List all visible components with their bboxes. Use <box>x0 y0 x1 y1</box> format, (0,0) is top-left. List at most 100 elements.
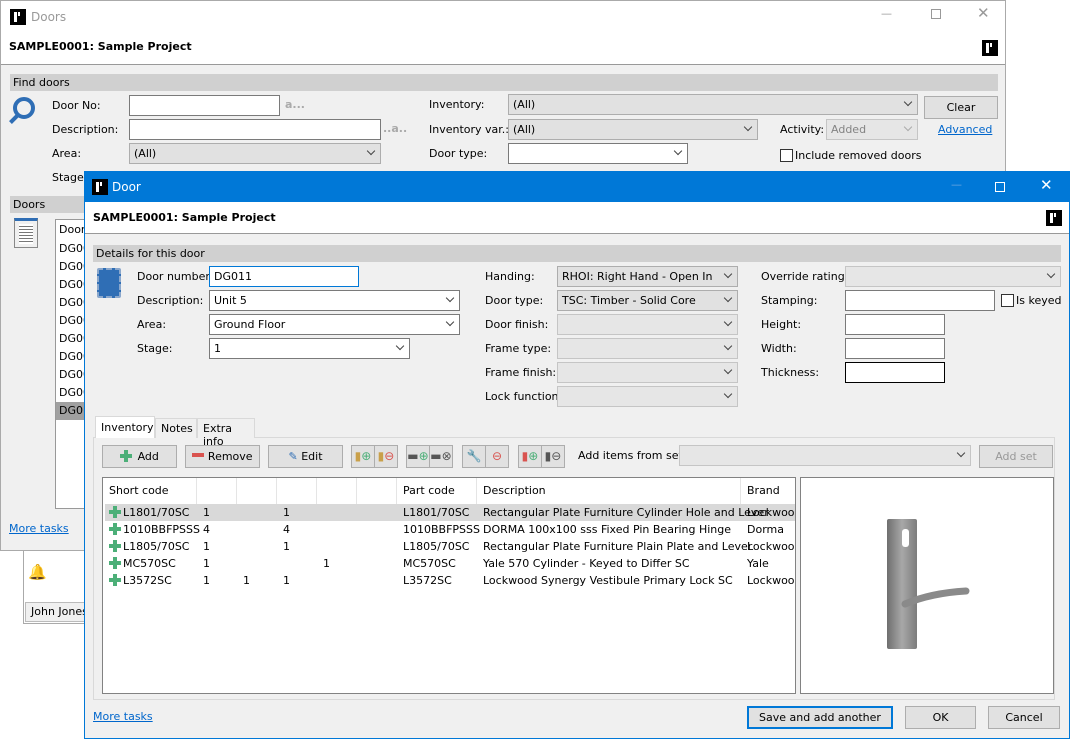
column-header[interactable]: Description <box>477 478 741 504</box>
more-tasks-link[interactable]: More tasks <box>9 522 69 535</box>
remove-door-hardware-button[interactable]: ▮⊖ <box>374 445 398 468</box>
column-header[interactable] <box>317 478 357 504</box>
cancel-button[interactable]: Cancel <box>988 706 1060 729</box>
add-door-hardware-button[interactable]: ▮⊕ <box>351 445 375 468</box>
column-header[interactable]: Part code <box>397 478 477 504</box>
cell-text: Lockwood <box>747 540 795 553</box>
close-button[interactable]: ✕ <box>1040 178 1053 193</box>
save-and-add-another-button[interactable]: Save and add another <box>747 706 893 729</box>
cell-text: L1801/70SC <box>123 506 190 519</box>
inventory-var-label: Inventory var.: <box>429 123 510 136</box>
table-row[interactable]: L3572SC 1 1 1 L3572SC Lockwood Synergy Vestib… <box>105 572 795 589</box>
chevron-down-icon <box>395 341 405 351</box>
add-set-button: Add set <box>979 445 1053 468</box>
remove-label: Remove <box>207 450 253 463</box>
column-header[interactable] <box>277 478 317 504</box>
cell-text: 1 <box>203 557 210 570</box>
door-type-select[interactable] <box>508 143 688 164</box>
cell-text: 1 <box>323 557 330 570</box>
column-header[interactable]: Short code <box>103 478 197 504</box>
search-icon-handle <box>9 114 19 124</box>
cell-text: DORMA 100x100 sss Fixed Pin Bearing Hing… <box>483 523 732 536</box>
add-frame-button[interactable]: ▬⊕ <box>406 445 430 468</box>
table-row[interactable]: L1805/70SC 1 1 L1805/70SC Rectangular Plate … <box>105 538 795 555</box>
table-row[interactable]: L1801/70SC 1 1 L1801/70SC Rectangular Plate … <box>105 504 795 521</box>
column-header[interactable]: Brand <box>741 478 795 504</box>
thickness-input[interactable] <box>845 362 945 383</box>
clear-button[interactable]: Clear <box>924 96 998 119</box>
stage-select[interactable]: 1 <box>209 338 410 359</box>
remove-frame-button[interactable]: ▬⊗ <box>429 445 453 468</box>
table-cell: 1 <box>283 504 290 521</box>
maximize-button[interactable] <box>995 182 1005 192</box>
door-type-label: Door type: <box>485 294 544 307</box>
inventory-label: Inventory: <box>429 98 485 111</box>
door-finish-select[interactable] <box>557 314 738 335</box>
add-label: Add <box>137 450 159 463</box>
add-button[interactable]: Add <box>102 445 177 468</box>
stage-label: Stage: <box>52 171 88 184</box>
area-select[interactable]: (All) <box>129 143 381 164</box>
wildcard-search-icon[interactable]: a... <box>285 98 305 112</box>
advanced-link[interactable]: Advanced <box>938 123 992 136</box>
handing-select[interactable]: RHOI: Right Hand - Open In <box>557 266 738 287</box>
description-input[interactable] <box>129 119 381 140</box>
door-no-input[interactable] <box>129 95 280 116</box>
inventory-table[interactable]: Short code Part code Description Brand L180… <box>102 477 796 694</box>
short-code-cell: MC570SC <box>109 555 176 572</box>
tab-notes[interactable]: Notes <box>155 418 197 438</box>
add-tool-button[interactable]: 🔧 <box>462 445 486 468</box>
table-row[interactable]: 1010BBFPSSS 4 4 1010BBFPSSS DORMA 100x100 ss… <box>105 521 795 538</box>
door-type-select[interactable]: TSC: Timber - Solid Core <box>557 290 738 311</box>
details-header: Details for this door <box>93 245 1061 262</box>
tab-inventory[interactable]: Inventory <box>95 416 155 438</box>
minimize-button[interactable]: — <box>881 7 892 21</box>
column-header[interactable] <box>197 478 237 504</box>
door-number-input[interactable]: DG011 <box>209 266 359 287</box>
tab-extra-info[interactable]: Extra info <box>197 418 255 448</box>
override-rating-select[interactable] <box>845 266 1061 287</box>
app-logo-icon <box>10 9 26 25</box>
activity-value: Added <box>831 123 867 136</box>
table-cell: Lockwood <box>747 538 795 555</box>
list-header: Door <box>59 223 86 236</box>
contains-search-icon[interactable]: ..a.. <box>383 122 407 136</box>
remove-tool-button[interactable]: ⊖ <box>485 445 509 468</box>
height-input[interactable] <box>845 314 945 335</box>
edit-label: Edit <box>301 450 323 463</box>
inventory-select[interactable]: (All) <box>508 94 918 115</box>
bell-icon[interactable]: 🔔 <box>28 565 47 580</box>
is-keyed-checkbox[interactable] <box>1001 294 1014 307</box>
minimize-button[interactable]: — <box>951 178 962 192</box>
close-button[interactable]: ✕ <box>977 6 990 21</box>
cell-text: MC570SC <box>403 557 456 570</box>
lock-function-select[interactable] <box>557 386 738 407</box>
short-code-cell: 1010BBFPSSS <box>109 521 200 538</box>
cell-text: Lockwood <box>747 506 795 519</box>
inventory-var-select[interactable]: (All) <box>508 119 758 140</box>
header: SAMPLE0001: Sample Project <box>1 33 1005 65</box>
add-items-select[interactable] <box>679 445 971 466</box>
door-icon <box>97 268 121 298</box>
frame-finish-select[interactable] <box>557 362 738 383</box>
add-extinguisher-button[interactable]: ▮⊕ <box>518 445 542 468</box>
window-title: Doors <box>31 10 67 24</box>
cell-text: L3572SC <box>403 574 452 587</box>
column-header[interactable] <box>237 478 277 504</box>
column-header[interactable] <box>357 478 397 504</box>
more-tasks-link[interactable]: More tasks <box>93 710 153 723</box>
remove-button[interactable]: Remove <box>185 445 260 468</box>
include-removed-checkbox[interactable] <box>780 149 793 162</box>
remove-extinguisher-button[interactable]: ▮⊖ <box>541 445 565 468</box>
stamping-input[interactable] <box>845 290 995 311</box>
width-input[interactable] <box>845 338 945 359</box>
table-row[interactable]: MC570SC 1 1 MC570SC Yale 570 Cylinder - Keye… <box>105 555 795 572</box>
edit-button[interactable]: ✎ Edit <box>268 445 343 468</box>
frame-type-select[interactable] <box>557 338 738 359</box>
short-code-cell: L3572SC <box>109 572 172 589</box>
added-plus-icon <box>109 540 121 552</box>
maximize-button[interactable] <box>931 9 941 19</box>
ok-button[interactable]: OK <box>905 706 976 729</box>
area-select[interactable]: Ground Floor <box>209 314 460 335</box>
description-select[interactable]: Unit 5 <box>209 290 460 311</box>
